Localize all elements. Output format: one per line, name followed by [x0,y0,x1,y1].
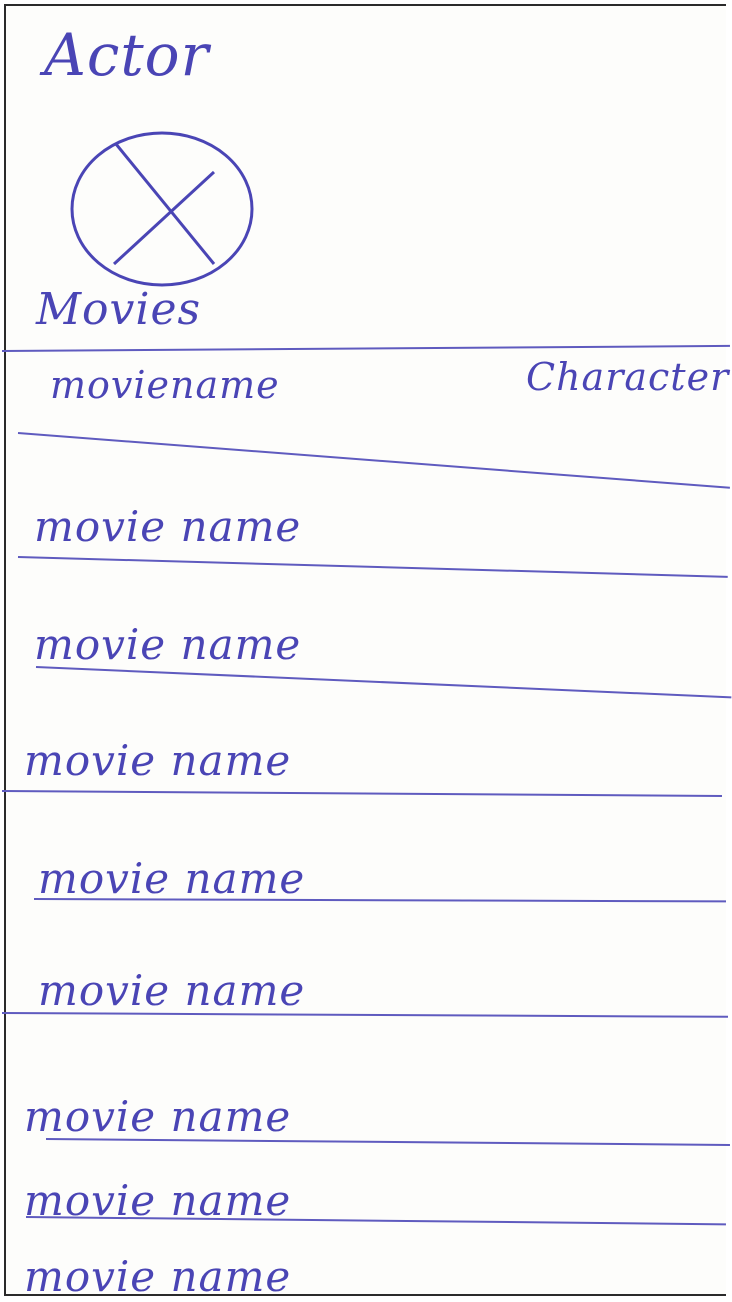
movie-name: movie name [34,502,302,551]
header-divider [17,432,730,489]
movie-name: movie name [38,854,306,903]
column-header-movie: moviename [50,363,280,407]
screen-frame: Actor Movies moviename Character movie n… [1,4,732,1301]
row-divider [1,790,722,798]
row-divider [17,556,728,578]
movie-name: movie name [24,1092,292,1141]
column-header-character: Character [526,355,730,399]
movies-section-heading: Movies [36,284,202,335]
movie-name: movie name [24,736,292,785]
movie-name: movie name [24,1252,292,1301]
movie-name: movie name [38,966,306,1015]
image-placeholder-icon [70,131,254,287]
page-title: Actor [44,21,210,89]
row-divider [35,666,732,699]
row-divider [45,1138,730,1146]
movie-name: movie name [34,620,302,669]
section-divider [1,344,730,352]
